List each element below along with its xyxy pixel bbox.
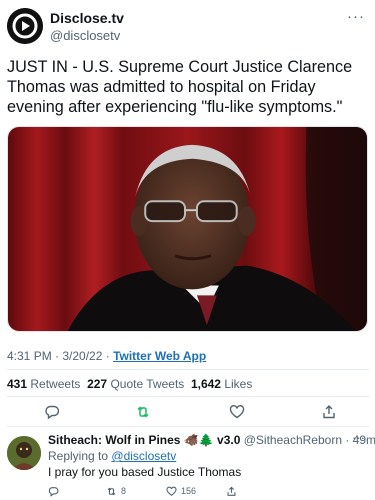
reply-avatar-image — [7, 436, 41, 470]
reply-retweet-count: 8 — [121, 486, 127, 496]
reply-author-name[interactable]: Sitheach: Wolf in Pines — [48, 433, 180, 447]
reply-more-options-icon[interactable]: ··· — [352, 430, 365, 445]
reply-tweet[interactable]: Sitheach: Wolf in Pines 🐗🌲 v3.0 @Sitheac… — [0, 428, 375, 500]
more-options-icon[interactable]: ··· — [347, 8, 365, 25]
likes-stat[interactable]: 1,642 Likes — [191, 377, 252, 391]
tweet-time[interactable]: 4:31 PM · 3/20/22 · — [7, 349, 113, 363]
author-handle[interactable]: @disclosetv — [50, 28, 120, 43]
tweet-source-link[interactable]: Twitter Web App — [113, 349, 206, 363]
reply-retweet-button[interactable]: 8 — [106, 484, 126, 498]
reply-avatar[interactable] — [7, 436, 41, 470]
tweet-text: JUST IN - U.S. Supreme Court Justice Cla… — [7, 58, 353, 116]
reply-text: I pray for you based Justice Thomas — [48, 465, 242, 479]
replying-to-mention[interactable]: @disclosetv — [111, 449, 176, 463]
tweet-header: Disclose.tv @disclosetv ··· — [0, 0, 375, 52]
divider — [7, 396, 369, 397]
reply-icon[interactable] — [42, 402, 62, 422]
reply-retweet-icon — [107, 487, 116, 495]
reply-share-icon[interactable] — [226, 484, 237, 498]
author-name[interactable]: Disclose.tv — [50, 10, 124, 26]
retweets-stat[interactable]: 431 Retweets — [7, 377, 80, 391]
boar-tree-emoji: 🐗🌲 — [183, 433, 214, 447]
reply-author-line: Sitheach: Wolf in Pines 🐗🌲 v3.0 @Sitheac… — [48, 433, 375, 447]
reply-actions: 8 156 — [0, 484, 375, 500]
reply-like-button[interactable]: 156 — [166, 484, 196, 498]
tweet-photo[interactable] — [7, 126, 368, 332]
reply-like-count: 156 — [181, 486, 197, 496]
tweet-timestamp: 4:31 PM · 3/20/22 · Twitter Web App — [7, 349, 206, 363]
divider — [7, 426, 369, 427]
reply-like-icon — [166, 486, 177, 496]
tweet-actions — [0, 402, 375, 424]
disclosetv-logo-icon — [7, 8, 43, 44]
tweet-stats: 431 Retweets 227 Quote Tweets 1,642 Like… — [7, 377, 252, 391]
reply-version: v3.0 — [217, 433, 241, 447]
like-icon[interactable] — [227, 402, 247, 422]
divider — [7, 369, 369, 370]
quote-tweets-stat[interactable]: 227 Quote Tweets — [87, 377, 184, 391]
author-avatar[interactable] — [7, 8, 43, 44]
share-icon[interactable] — [319, 402, 339, 422]
reply-reply-icon[interactable] — [48, 484, 59, 498]
justice-portrait-image — [8, 127, 367, 331]
replying-to: Replying to @disclosetv — [48, 449, 177, 463]
retweet-icon[interactable] — [133, 402, 153, 422]
